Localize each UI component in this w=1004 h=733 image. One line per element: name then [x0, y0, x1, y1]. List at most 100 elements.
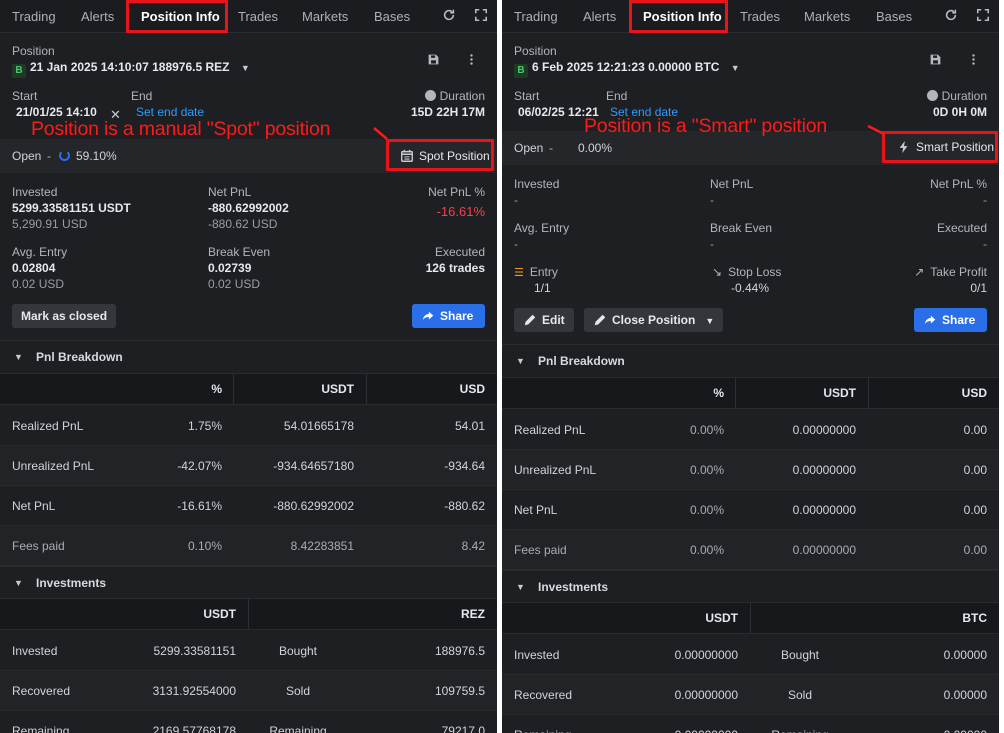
screenshot-root: Trading Alerts Position Info Trades Mark…: [0, 0, 1004, 733]
pnl-breakdown-header[interactable]: ▼ Pnl Breakdown: [502, 344, 999, 377]
netpnl-pct-label: Net PnL %: [930, 177, 987, 191]
pnl-col-usdt: USDT: [321, 382, 354, 396]
col-divider: [248, 599, 249, 629]
avg-entry-value: 0.02804: [12, 261, 56, 275]
expand-icon[interactable]: [975, 8, 991, 24]
mark-as-closed-button[interactable]: Mark as closed: [12, 304, 117, 328]
row-usdt: 0.00000000: [674, 648, 738, 662]
annotation-arrow: [867, 124, 885, 136]
tab-alerts[interactable]: Alerts: [81, 0, 114, 33]
netpnl-usd: -880.62 USD: [208, 217, 278, 231]
start-label: Start: [12, 89, 38, 103]
smart-position-button[interactable]: Smart Position: [888, 135, 999, 159]
tab-trades[interactable]: Trades: [238, 0, 278, 33]
refresh-icon[interactable]: [943, 8, 959, 24]
row-label-2: Bought: [780, 648, 820, 662]
row-pct: -42.07%: [177, 459, 222, 473]
pnl-col-pct: %: [713, 386, 724, 400]
table-row: Net PnL -16.61% -880.62992002 -880.62: [0, 486, 497, 526]
tab-markets[interactable]: Markets: [804, 0, 850, 33]
inv-col-usdt: USDT: [203, 607, 236, 621]
open-percent: 59.10%: [76, 149, 117, 163]
position-selector[interactable]: B 21 Jan 2025 14:10:07 188976.5 REZ ▼: [12, 60, 250, 78]
position-value: 21 Jan 2025 14:10:07 188976.5 REZ: [30, 60, 230, 74]
close-position-button[interactable]: Close Position ▼: [584, 308, 724, 332]
row-usdt: 3131.92554000: [152, 684, 236, 698]
executed-value: 126 trades: [425, 261, 485, 275]
duration-label: Duration: [926, 89, 987, 103]
share-icon: [924, 315, 936, 325]
tab-trades[interactable]: Trades: [740, 0, 780, 33]
col-divider: [868, 378, 869, 408]
row-usd: 0.00: [963, 423, 987, 437]
side-badge: B: [514, 64, 528, 78]
table-row: Recovered 0.00000000 Sold 0.00000: [502, 675, 999, 715]
executed-label: Executed: [936, 221, 987, 235]
pnl-col-pct: %: [211, 382, 222, 396]
row-usd: 8.42: [461, 539, 485, 553]
spot-position-button[interactable]: Spot Position: [391, 144, 497, 168]
table-row: Remaining 2169.57768178 Remaining 79217.…: [0, 711, 497, 733]
table-row: Invested 0.00000000 Bought 0.00000: [502, 635, 999, 675]
row-usdt: 8.42283851: [290, 539, 354, 553]
chevron-down-icon: ▼: [240, 63, 250, 73]
table-row: Recovered 3131.92554000 Sold 109759.5: [0, 671, 497, 711]
tab-bar: Trading Alerts Position Info Trades Mark…: [502, 0, 999, 33]
expand-icon[interactable]: [473, 8, 489, 24]
tab-bases[interactable]: Bases: [876, 0, 912, 33]
netpnl-pct-value: -: [983, 193, 987, 207]
investments-header[interactable]: ▼ Investments: [0, 566, 497, 599]
share-button[interactable]: Share: [914, 308, 987, 332]
tab-trading[interactable]: Trading: [514, 0, 558, 33]
tab-alerts[interactable]: Alerts: [583, 0, 616, 33]
row-label: Realized PnL: [12, 419, 84, 433]
annotation-arrow: [373, 127, 388, 140]
pnl-breakdown-header[interactable]: ▼ Pnl Breakdown: [0, 340, 497, 373]
share-button[interactable]: Share: [412, 304, 485, 328]
start-label: Start: [514, 89, 540, 103]
pnl-table-header: % USDT USD: [502, 377, 999, 409]
tab-markets[interactable]: Markets: [302, 0, 348, 33]
more-vertical-icon[interactable]: [465, 53, 478, 69]
refresh-icon[interactable]: [441, 8, 457, 24]
annotation-text: Position is a "Smart" position: [584, 115, 828, 137]
col-divider: [233, 374, 234, 404]
break-even-usd: 0.02 USD: [208, 277, 261, 291]
row-label: Fees paid: [12, 539, 65, 553]
avg-entry-label: Avg. Entry: [12, 245, 68, 259]
invested-label: Invested: [514, 177, 560, 191]
netpnl-pct-label: Net PnL %: [428, 185, 485, 199]
row-label-2: Sold: [285, 684, 311, 698]
break-even-label: Break Even: [710, 221, 773, 235]
row-pct: 0.00%: [689, 463, 724, 477]
set-end-date-link[interactable]: Set end date: [136, 105, 204, 119]
table-row: Invested 5299.33581151 Bought 188976.5: [0, 631, 497, 671]
investments-header[interactable]: ▼ Investments: [502, 570, 999, 603]
save-icon[interactable]: [427, 53, 440, 69]
inv-col-usdt: USDT: [705, 611, 738, 625]
left-panel: Trading Alerts Position Info Trades Mark…: [0, 0, 497, 733]
table-row: Realized PnL 0.00% 0.00000000 0.00: [502, 410, 999, 450]
more-vertical-icon[interactable]: [967, 53, 980, 69]
tab-bases[interactable]: Bases: [374, 0, 410, 33]
pencil-icon: [524, 314, 536, 326]
row-asset: 0.00000: [943, 648, 987, 662]
chevron-down-icon: ▼: [705, 316, 715, 326]
tab-position-info[interactable]: Position Info: [141, 0, 220, 33]
open-status-row: Open - 59.10% Spot Position: [0, 139, 497, 173]
row-asset: 0.00000: [943, 688, 987, 702]
position-value: 6 Feb 2025 12:21:23 0.00000 BTC: [532, 60, 720, 74]
netpnl-label: Net PnL: [208, 185, 252, 199]
row-usdt: 0.00000000: [674, 688, 738, 702]
row-usd: -934.64: [444, 459, 485, 473]
side-badge: B: [12, 64, 26, 78]
edit-button[interactable]: Edit: [514, 308, 574, 332]
tab-position-info[interactable]: Position Info: [643, 0, 722, 33]
table-row: Net PnL 0.00% 0.00000000 0.00: [502, 490, 999, 530]
position-selector[interactable]: B 6 Feb 2025 12:21:23 0.00000 BTC ▼: [514, 60, 740, 78]
tab-trading[interactable]: Trading: [12, 0, 56, 33]
save-icon[interactable]: [929, 53, 942, 69]
row-usdt: 5299.33581151: [153, 644, 236, 658]
row-pct: 0.00%: [689, 543, 724, 557]
row-pct: 0.10%: [187, 539, 222, 553]
